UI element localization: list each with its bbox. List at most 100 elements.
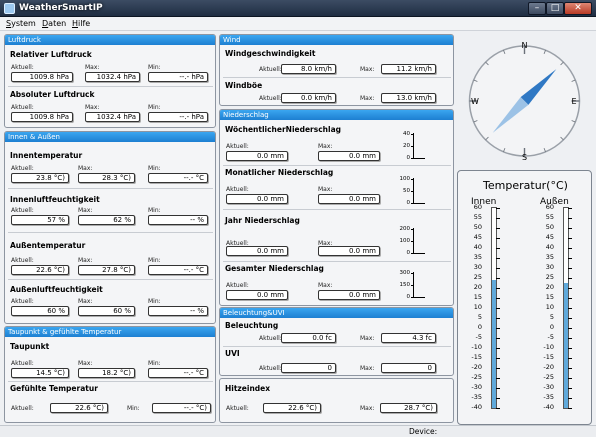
scale-tick-label: 40	[545, 243, 554, 251]
scale-tick-label: -5	[547, 333, 554, 341]
scale-tick-mark	[568, 328, 572, 329]
max-label: Max:	[318, 282, 333, 289]
divider	[8, 188, 213, 189]
scale-tick-label: 40	[473, 243, 482, 251]
max-label: Max:	[360, 365, 375, 372]
beleuchtung-title: Beleuchtung	[225, 321, 279, 330]
scale-tick-mark	[568, 298, 572, 299]
gefuehlt-aktuell-value: 22.6 °C)	[50, 403, 108, 413]
scale-tick-mark	[568, 278, 572, 279]
scale-tick-mark	[496, 378, 500, 379]
scale-tick-label: -20	[543, 363, 554, 371]
scale-tick-label: 50	[545, 223, 554, 231]
innenfeuchte-aktuell-value: 57 %	[11, 215, 69, 225]
jahr-max-value: 0.0 mm	[318, 246, 380, 256]
scale-tick-label: 0	[549, 323, 554, 331]
gauge-tick-label: 150	[399, 282, 411, 288]
scale-tick-mark	[568, 228, 572, 229]
scale-tick-label: 5	[477, 313, 482, 321]
scale-tick-label: -20	[471, 363, 482, 371]
innentemp-max-value: 28.3 °C)	[78, 173, 135, 183]
gauge-tick-label: 200	[399, 226, 411, 232]
scale-tick-mark	[568, 238, 572, 239]
innen-aussen-panel: Innen & Außen Innentemperatur Aktuell: M…	[4, 131, 216, 324]
monat-max-value: 0.0 mm	[318, 194, 380, 204]
scale-tick-label: 20	[473, 283, 482, 291]
aussen-tube	[563, 207, 572, 409]
scale-tick-mark	[568, 338, 572, 339]
scale-tick-mark	[568, 268, 572, 269]
boee-aktuell-value: 0.0 km/h	[281, 93, 336, 103]
taupunkt-header: Taupunkt & gefühlte Temperatur	[5, 327, 215, 337]
hitzeindex-panel: Hitzeindex Aktuell: 22.6 °C) Max: 28.7 °…	[219, 378, 454, 423]
window-title: WeatherSmartIP	[19, 3, 103, 13]
menu-system[interactable]: System	[6, 19, 36, 28]
menu-daten-label: aten	[48, 19, 67, 28]
gauge-axis	[413, 228, 414, 254]
aktuell-label: Aktuell:	[11, 405, 34, 412]
scale-tick-label: 60	[545, 203, 554, 211]
taupunkt-panel: Taupunkt & gefühlte Temperatur Taupunkt …	[4, 326, 216, 423]
scale-tick-label: -35	[543, 393, 554, 401]
taupunkt-max-value: 18.2 °C)	[78, 368, 135, 378]
min-label: Min:	[148, 64, 161, 71]
gauge-axis	[413, 133, 414, 159]
scale-tick-label: -40	[471, 403, 482, 411]
aktuell-label: Aktuell:	[11, 64, 34, 71]
scale-tick-mark	[496, 398, 500, 399]
menu-hilfe[interactable]: Hilfe	[72, 19, 90, 28]
luftdruck-panel: Luftdruck Relativer Luftdruck Aktuell: M…	[4, 34, 216, 128]
minimize-button[interactable]: –	[528, 2, 546, 15]
uvi-max-value: 0	[381, 363, 436, 373]
scale-tick-label: -5	[475, 333, 482, 341]
aktuell-label: Aktuell:	[259, 365, 282, 372]
temperature-thermometer-panel: Temperatur(°C) Innen Außen 60 55 50 45 40 35 3…	[457, 170, 592, 425]
scale-tick-mark	[496, 218, 500, 219]
taupunkt-aktuell-value: 14.5 °C)	[11, 368, 69, 378]
scale-tick-mark	[496, 308, 500, 309]
monat-aktuell-value: 0.0 mm	[226, 194, 288, 204]
innenluftfeuchtigkeit-title: Innenluftfeuchtigkeit	[10, 195, 100, 204]
close-button[interactable]: ✕	[564, 2, 592, 15]
scale-tick-mark	[568, 208, 572, 209]
min-label: Min:	[148, 207, 161, 214]
scale-tick-mark	[568, 218, 572, 219]
scale-tick-mark	[568, 358, 572, 359]
thermometer-title: Temperatur(°C)	[483, 179, 568, 192]
scale-tick-mark	[496, 358, 500, 359]
aussenfeuchte-aktuell-value: 60 %	[11, 306, 69, 316]
max-label: Max:	[360, 335, 375, 342]
scale-tick-mark	[568, 388, 572, 389]
aktuell-label: Aktuell:	[11, 207, 34, 214]
scale-tick-label: 30	[473, 263, 482, 271]
scale-tick-mark	[496, 368, 500, 369]
scale-tick-label: 55	[473, 213, 482, 221]
scale-tick-label: 15	[545, 293, 554, 301]
innenfeuchte-min-value: -- %	[148, 215, 208, 225]
aussentemperatur-title: Außentemperatur	[10, 241, 86, 250]
innen-tube	[491, 207, 500, 409]
absolut-min-value: --.- hPa	[148, 112, 208, 122]
relativer-luftdruck-title: Relativer Luftdruck	[10, 50, 92, 59]
absolut-aktuell-value: 1009.8 hPa	[11, 112, 73, 122]
device-status: Device:	[409, 427, 438, 436]
aktuell-label: Aktuell:	[226, 186, 249, 193]
aktuell-label: Aktuell:	[11, 298, 34, 305]
scale-tick-label: 10	[545, 303, 554, 311]
scale-tick-mark	[496, 328, 500, 329]
aktuell-label: Aktuell:	[226, 143, 249, 150]
gauge-tick-label: 0	[406, 200, 411, 206]
menu-daten[interactable]: Daten	[42, 19, 66, 28]
relativ-aktuell-value: 1009.8 hPa	[11, 72, 73, 82]
aussenluftfeuchtigkeit-title: Außenluftfeuchtigkeit	[10, 285, 103, 294]
scale-tick-label: 15	[473, 293, 482, 301]
max-label: Max:	[78, 165, 93, 172]
aussentemp-aktuell-value: 22.6 °C)	[11, 265, 69, 275]
maximize-button[interactable]: □	[546, 2, 564, 15]
scale-tick-label: 0	[477, 323, 482, 331]
aussen-scale: 60 55 50 45 40 35 30 25 20 15 10 5 0 -5 -10 -15 -20 -25 -3…	[543, 204, 556, 411]
woechentlicher-niederschlag-title: WöchentlicherNiederschlag	[225, 125, 342, 134]
compass-south-label: S	[522, 153, 527, 162]
max-label: Max:	[318, 186, 333, 193]
monat-mini-gauge: 100 50 0	[393, 176, 429, 206]
